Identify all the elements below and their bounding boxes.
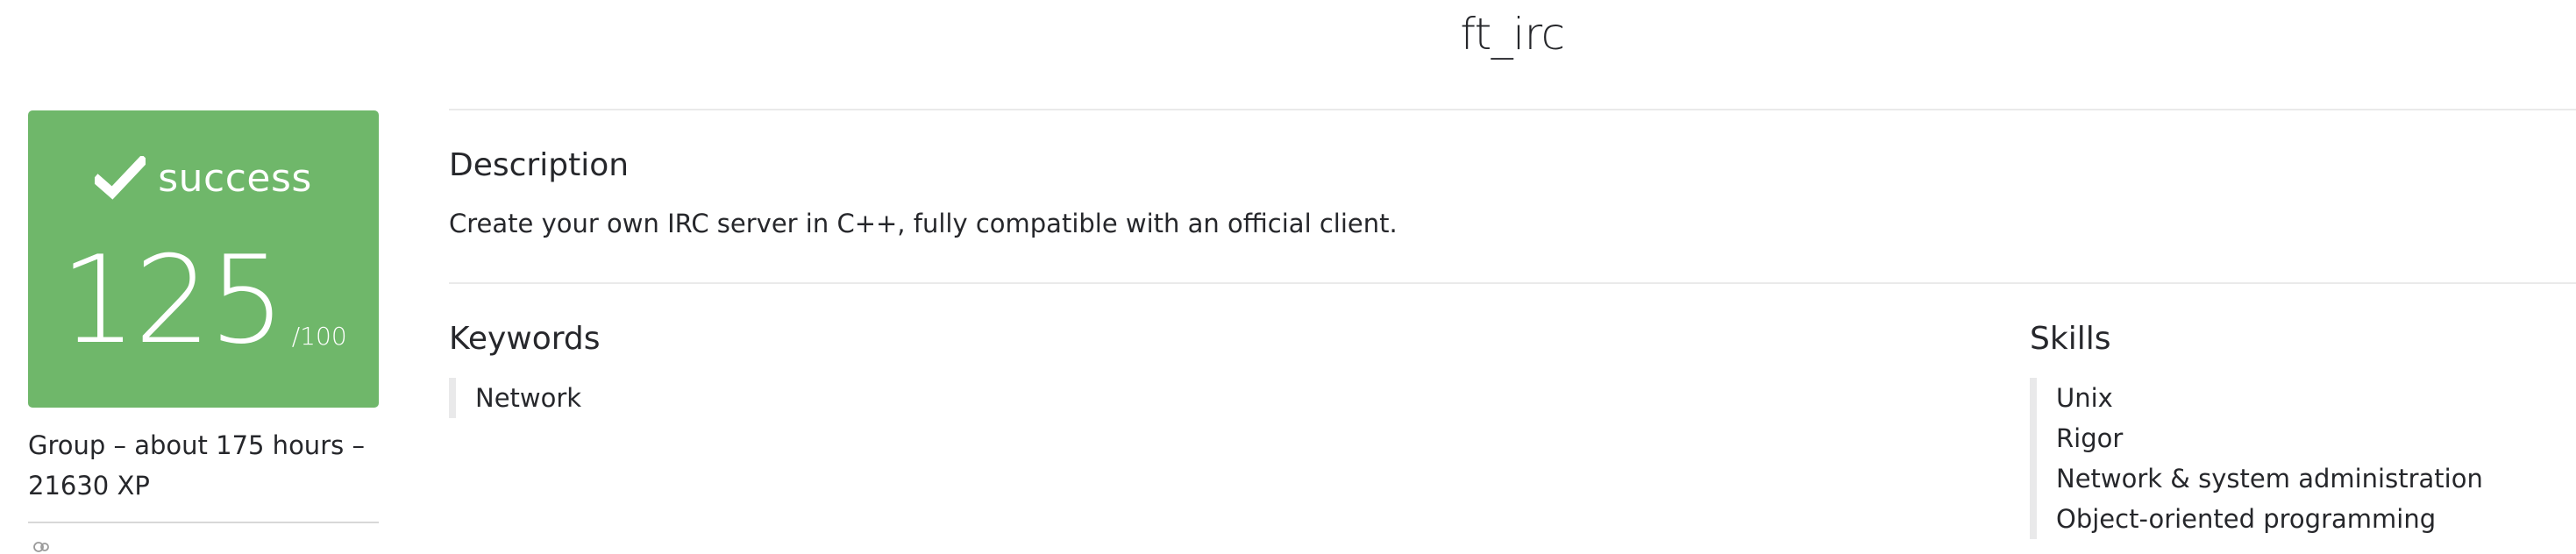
keywords-list: Network (449, 378, 581, 418)
project-page: ft_irc success 125 /100 Group – about 17… (0, 0, 2576, 554)
skill-item-rigor: Rigor (2056, 423, 2124, 453)
description-text: Create your own IRC server in C++, fully… (449, 209, 1398, 238)
meta-divider (28, 522, 379, 523)
score-row: 125 /100 (28, 240, 379, 361)
score-value: 125 (60, 230, 285, 371)
keyword-item: Network (475, 383, 582, 413)
project-meta: Group – about 175 hours – 21630 XP (28, 425, 379, 506)
score-card: success 125 /100 (28, 110, 379, 408)
project-meta-line-2: 21630 XP (28, 471, 150, 501)
status-row: success (28, 156, 379, 202)
skills-list: Unix Rigor Network & system administrati… (2030, 378, 2483, 539)
skill-item-network-sysadmin: Network & system administration (2056, 464, 2483, 494)
description-heading: Description (449, 147, 630, 183)
score-max: /100 (291, 322, 347, 351)
checkmark-icon (95, 156, 146, 200)
project-meta-line-1: Group – about 175 hours – (28, 430, 365, 460)
skill-item-unix: Unix (2056, 383, 2113, 413)
divider-middle (449, 282, 2576, 284)
skill-item-oop: Object-oriented programming (2056, 504, 2437, 534)
skills-heading: Skills (2030, 321, 2111, 357)
users-icon (33, 542, 49, 552)
status-label: success (158, 156, 312, 201)
members-row[interactable] (32, 540, 51, 554)
page-title: ft_irc (1460, 9, 1565, 60)
keywords-heading: Keywords (449, 321, 601, 357)
divider-top (449, 109, 2576, 110)
